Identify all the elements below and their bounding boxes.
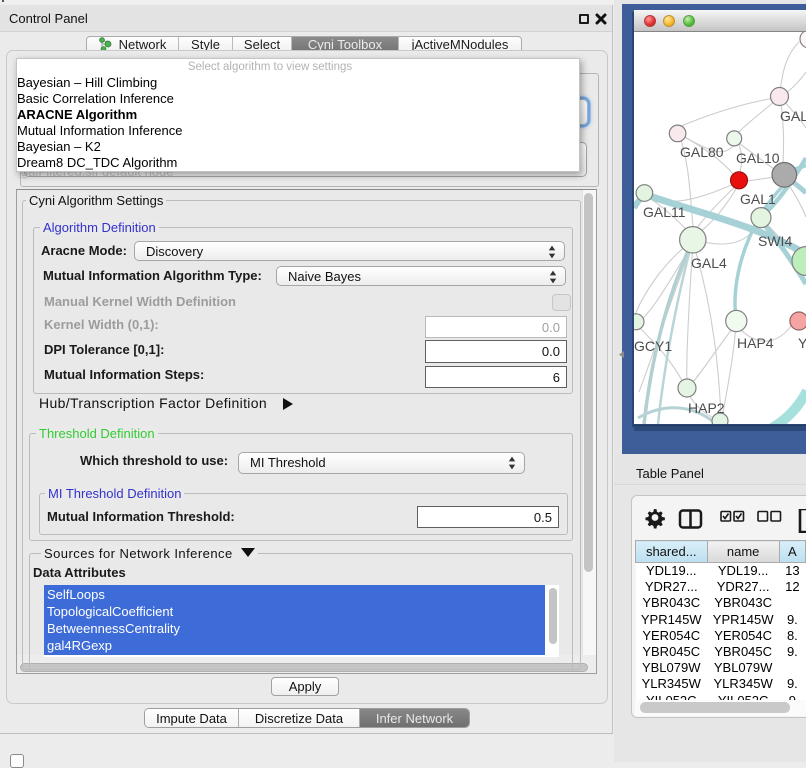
- svg-text:HAP4: HAP4: [737, 335, 774, 351]
- svg-text:GAL80: GAL80: [680, 144, 724, 160]
- svg-text:GAL11: GAL11: [643, 204, 686, 220]
- svg-text:GAL1: GAL1: [740, 191, 776, 207]
- svg-text:GAL10: GAL10: [736, 150, 780, 166]
- svg-text:SWI4: SWI4: [758, 233, 792, 249]
- svg-text:GAL4: GAL4: [691, 255, 727, 271]
- svg-text:GCY1: GCY1: [634, 338, 672, 354]
- svg-text:GAL2: GAL2: [780, 108, 806, 124]
- svg-text:HAP2: HAP2: [688, 400, 725, 416]
- svg-text:YJ: YJ: [798, 335, 806, 351]
